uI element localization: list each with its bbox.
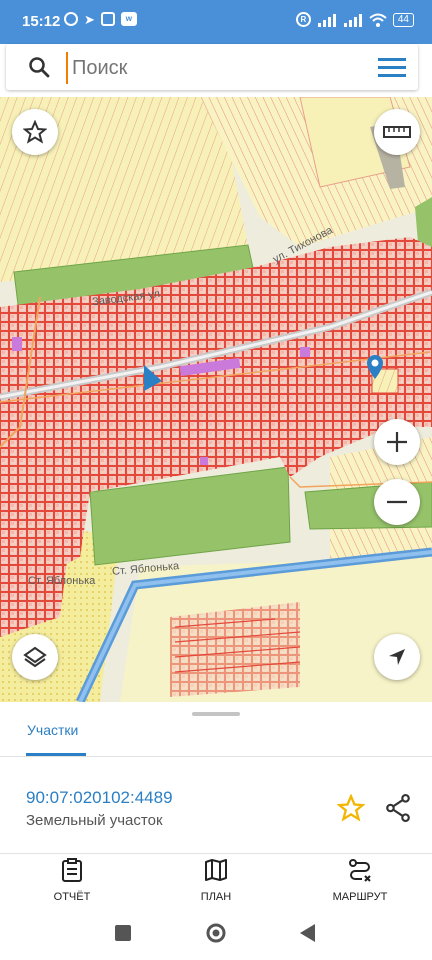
wb-icon: w <box>120 12 137 26</box>
zoom-in-button[interactable] <box>374 419 420 465</box>
back-icon[interactable] <box>300 924 316 942</box>
report-icon <box>62 858 82 882</box>
user-location-arrow-icon <box>144 365 162 391</box>
map-canvas[interactable] <box>0 97 432 702</box>
plus-icon <box>387 432 407 452</box>
battery-icon: 44 <box>392 12 414 27</box>
signal-icon-2 <box>343 13 362 27</box>
telegram-icon: ➤ <box>84 12 95 27</box>
street-label: Ст. Яблонька <box>28 575 96 587</box>
search-input[interactable] <box>66 52 374 84</box>
search-bar <box>6 44 418 90</box>
star-outline-icon <box>23 120 47 144</box>
ruler-icon <box>383 126 411 138</box>
minus-icon <box>387 500 407 504</box>
route-icon <box>349 859 371 882</box>
signal-icon <box>317 13 336 27</box>
favorite-star-icon[interactable] <box>337 794 365 822</box>
search-icon[interactable] <box>28 56 50 78</box>
nav-plan-button[interactable]: ПЛАН <box>161 858 271 903</box>
status-time: 15:12 <box>22 13 61 30</box>
notification-icons: ➤ w <box>64 12 137 28</box>
alarm-icon <box>64 12 78 26</box>
favorites-button[interactable] <box>12 109 58 155</box>
wifi-icon <box>369 13 387 27</box>
land-type-label: Земельный участок <box>26 812 163 829</box>
my-location-button[interactable] <box>374 634 420 680</box>
map-plan-icon <box>205 859 227 881</box>
nav-report-label: ОТЧЁТ <box>53 891 91 903</box>
zoom-out-button[interactable] <box>374 479 420 525</box>
nav-report-button[interactable]: ОТЧЁТ <box>17 858 127 903</box>
roaming-icon: R <box>295 12 311 27</box>
map-pin-icon[interactable] <box>366 354 384 380</box>
navigation-arrow-icon <box>389 649 405 665</box>
share-icon[interactable] <box>385 794 411 822</box>
cadastral-number-link[interactable]: 90:07:020102:4489 <box>26 788 173 808</box>
ruler-button[interactable] <box>374 109 420 155</box>
divider <box>0 853 432 854</box>
divider <box>0 756 432 757</box>
map-view[interactable]: Заводская ул. ул. Тихонова Ст. Яблонька … <box>0 97 432 702</box>
status-right: R 44 <box>295 12 414 27</box>
nav-plan-label: ПЛАН <box>200 891 232 903</box>
instagram-icon <box>100 12 115 26</box>
system-nav-bar <box>0 912 432 960</box>
recents-icon[interactable] <box>115 925 131 941</box>
tab-parcels[interactable]: Участки <box>27 722 78 738</box>
layers-button[interactable] <box>12 634 58 680</box>
nav-route-label: МАРШРУТ <box>332 891 388 903</box>
menu-icon[interactable] <box>378 56 406 78</box>
sheet-drag-handle[interactable] <box>192 712 240 716</box>
status-bar: 15:12 ➤ w R 44 <box>0 0 432 44</box>
layers-icon <box>23 646 47 668</box>
nav-route-button[interactable]: МАРШРУТ <box>305 858 415 903</box>
home-icon[interactable] <box>205 922 227 944</box>
